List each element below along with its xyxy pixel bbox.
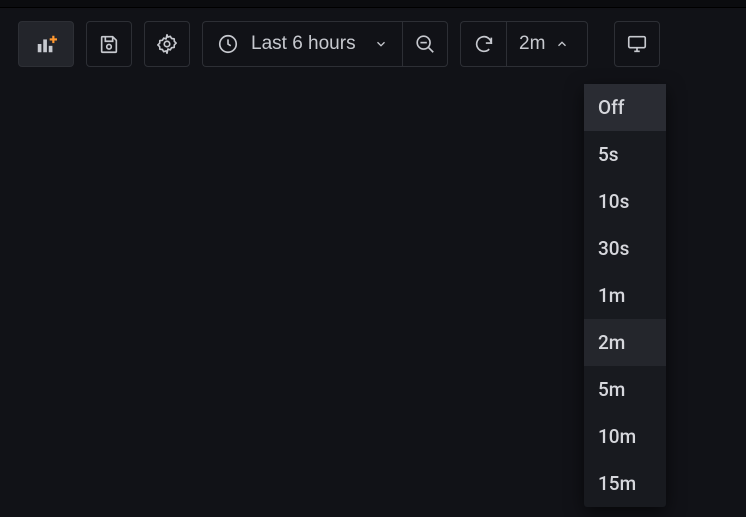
refresh-option-off[interactable]: Off xyxy=(584,84,666,131)
refresh-interval-label: 2m xyxy=(519,33,545,55)
refresh-option-10s[interactable]: 10s xyxy=(584,178,666,225)
dashboard-settings-button[interactable] xyxy=(144,21,190,67)
clock-icon xyxy=(217,33,239,55)
gear-icon xyxy=(156,33,178,55)
refresh-option-10m[interactable]: 10m xyxy=(584,413,666,460)
refresh-option-5m[interactable]: 5m xyxy=(584,366,666,413)
cycle-view-mode-button[interactable] xyxy=(614,21,660,67)
refresh-option-1m[interactable]: 1m xyxy=(584,272,666,319)
refresh-interval-dropdown: Off 5s 10s 30s 1m 2m 5m 10m 15m xyxy=(584,84,666,507)
refresh-icon xyxy=(473,33,495,55)
time-range-group: Last 6 hours xyxy=(202,21,448,67)
chevron-up-icon xyxy=(555,37,569,51)
refresh-dashboard-button[interactable] xyxy=(460,21,506,67)
save-dashboard-button[interactable] xyxy=(86,21,132,67)
monitor-icon xyxy=(626,33,648,55)
time-range-picker-button[interactable]: Last 6 hours xyxy=(202,21,402,67)
refresh-option-30s[interactable]: 30s xyxy=(584,225,666,272)
refresh-group: 2m xyxy=(460,21,588,67)
refresh-option-2m[interactable]: 2m xyxy=(584,319,666,366)
time-range-label: Last 6 hours xyxy=(251,33,362,55)
refresh-option-15m[interactable]: 15m xyxy=(584,460,666,507)
refresh-interval-button[interactable]: 2m xyxy=(506,21,588,67)
chevron-down-icon xyxy=(374,37,388,51)
window-top-divider xyxy=(0,0,746,8)
refresh-option-5s[interactable]: 5s xyxy=(584,131,666,178)
dashboard-toolbar: Last 6 hours 2m xyxy=(0,8,746,80)
bar-chart-plus-icon xyxy=(35,33,57,55)
zoom-out-time-button[interactable] xyxy=(402,21,448,67)
save-icon xyxy=(98,33,120,55)
add-panel-button[interactable] xyxy=(18,21,74,67)
zoom-out-icon xyxy=(414,33,436,55)
